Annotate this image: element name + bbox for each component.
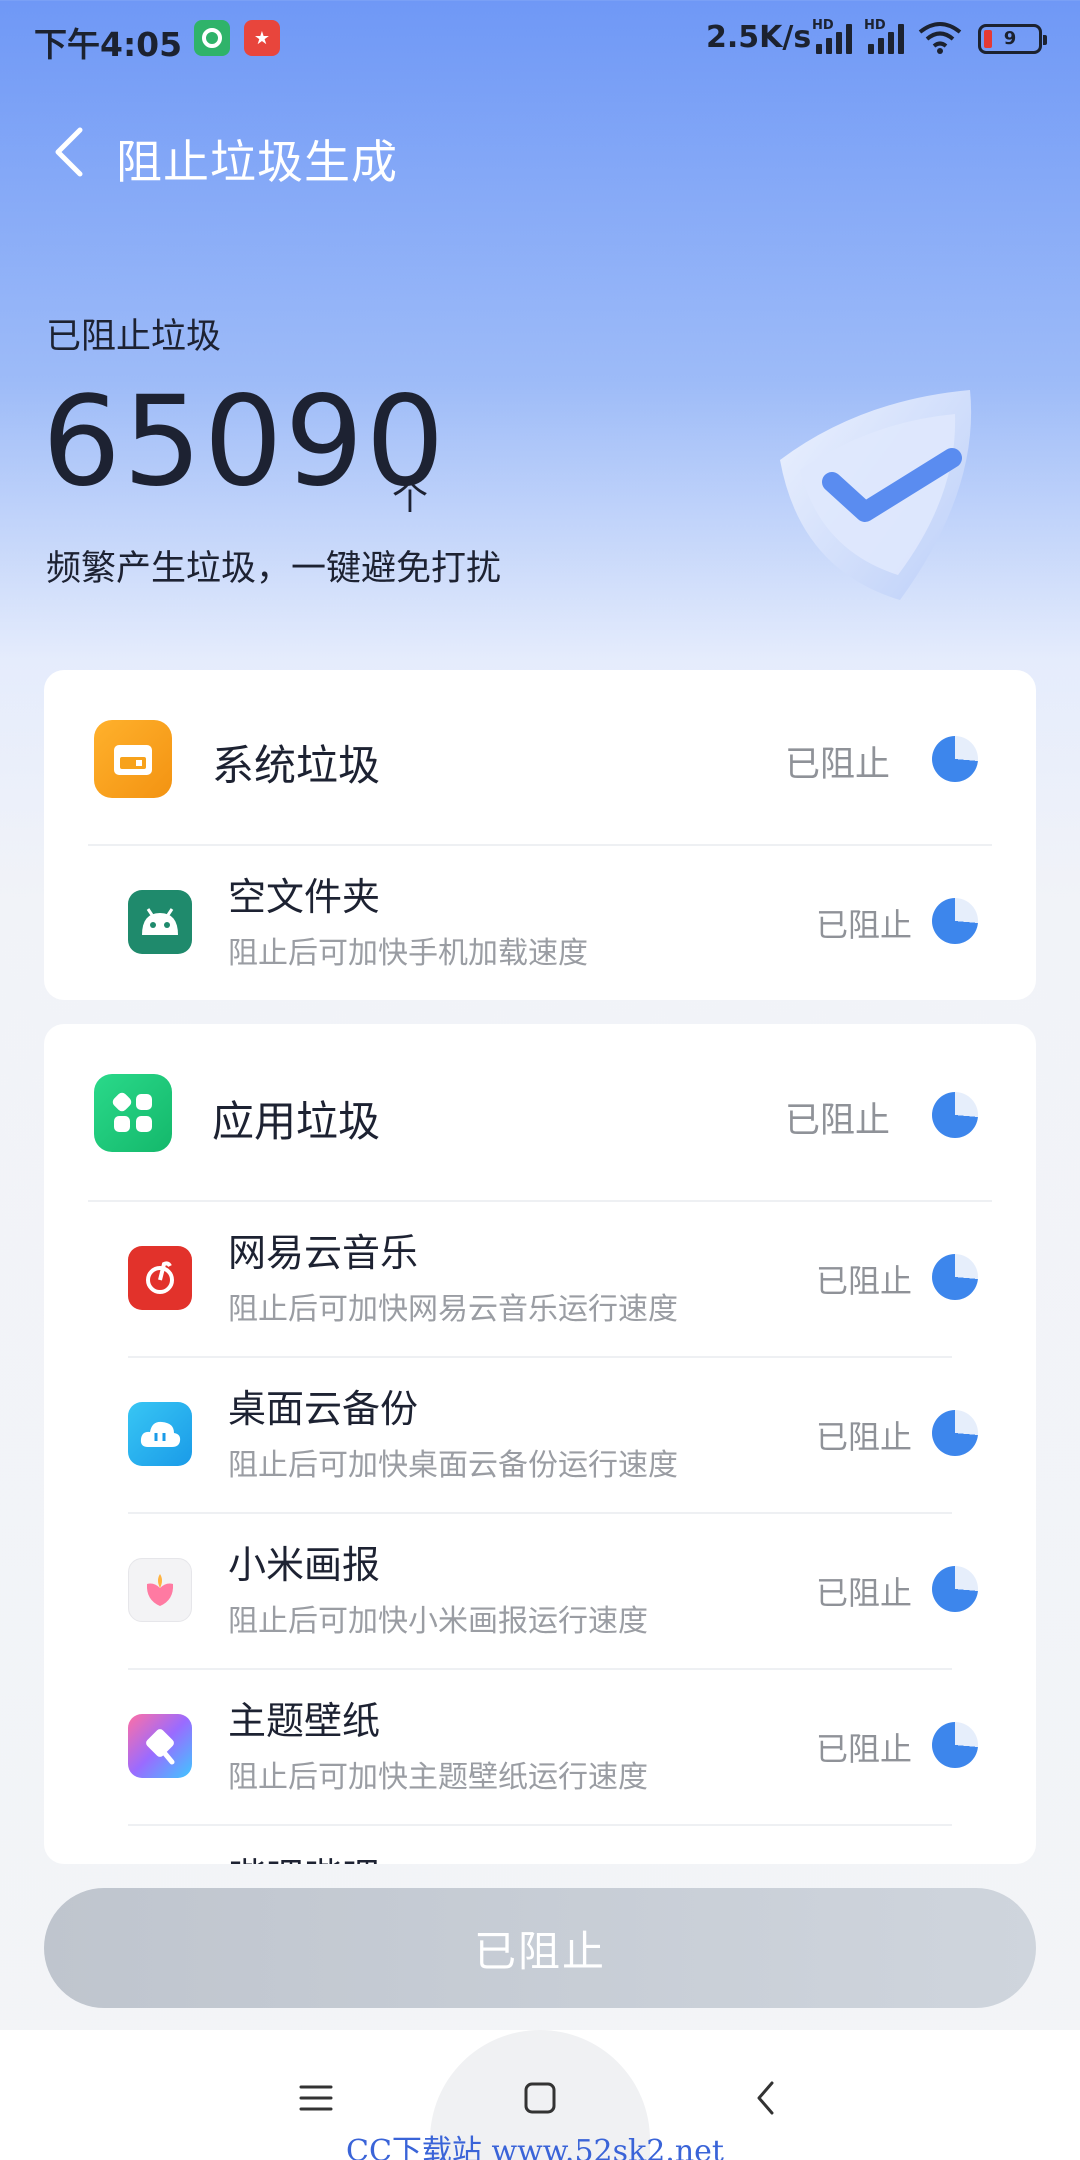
hero-description: 频繁产生垃圾，一键避免打扰 (46, 549, 502, 589)
android-icon (128, 890, 192, 954)
list-item[interactable]: 桌面云备份 阻止后可加快桌面云备份运行速度 已阻止 (44, 1358, 1036, 1512)
watermark: CC下载站 www.52sk2.net (346, 2134, 724, 2160)
apps-grid-icon (94, 1074, 172, 1152)
mi-wallpaper-icon (128, 1558, 192, 1622)
item-status: 已阻止 (815, 906, 912, 944)
block-toggle[interactable] (932, 1722, 978, 1768)
list-item[interactable]: 主题壁纸 阻止后可加快主题壁纸运行速度 已阻止 (44, 1670, 1036, 1824)
block-toggle[interactable] (932, 1410, 978, 1456)
folder-icon (94, 720, 172, 798)
item-status: 已阻止 (815, 1574, 912, 1612)
theme-icon (128, 1714, 192, 1778)
page-title: 阻止垃圾生成 (116, 135, 398, 189)
blocked-count: 65090 (42, 370, 447, 514)
network-speed: 2.5K/s (706, 20, 812, 55)
item-description: 阻止后可加快网易云音乐运行速度 (228, 1292, 678, 1327)
wifi-icon (918, 20, 962, 54)
signal-icon: HD (812, 18, 858, 54)
sim2-label: HD (864, 18, 886, 33)
section-status: 已阻止 (784, 745, 890, 785)
blocked-label: 已阻止垃圾 (46, 317, 222, 357)
item-status: 已阻止 (815, 1418, 912, 1456)
item-name: 哔哩哔哩 (228, 1846, 380, 1864)
app-green-icon (194, 20, 230, 56)
item-name: 桌面云备份 (228, 1387, 419, 1431)
list-item[interactable]: 小米画报 阻止后可加快小米画报运行速度 已阻止 (44, 1514, 1036, 1668)
app-junk-card: 应用垃圾 已阻止 网易云音乐 阻止后可加快网易云音乐运行速度 已阻止 桌面云备份… (44, 1024, 1036, 1864)
block-toggle[interactable] (932, 1092, 978, 1138)
back-button[interactable] (50, 124, 100, 184)
status-time: 下午4:05 (34, 25, 183, 64)
menu-icon (299, 2085, 333, 2111)
battery-level: 9 (1003, 28, 1017, 49)
blocked-button-label: 已阻止 (473, 1926, 606, 1976)
item-description: 阻止后可加快小米画报运行速度 (228, 1604, 648, 1639)
list-item[interactable]: 网易云音乐 阻止后可加快网易云音乐运行速度 已阻止 (44, 1202, 1036, 1356)
shield-check-icon (780, 390, 972, 600)
nav-back-button[interactable] (736, 2070, 796, 2126)
item-name: 主题壁纸 (228, 1699, 381, 1743)
item-status: 已阻止 (815, 1262, 912, 1300)
chevron-left-icon (55, 127, 83, 177)
signal-icon: HD (864, 18, 910, 54)
cloud-backup-icon (128, 1402, 192, 1466)
sim1-label: HD (812, 18, 834, 33)
section-name: 应用垃圾 (212, 1097, 381, 1146)
back-triangle-icon (757, 2081, 774, 2115)
item-description: 阻止后可加快手机加载速度 (228, 936, 588, 971)
app-red-icon: ★ (244, 20, 280, 56)
list-item[interactable]: 哔哩哔哩 (44, 1826, 1036, 1864)
item-description: 阻止后可加快桌面云备份运行速度 (228, 1448, 678, 1483)
item-name: 网易云音乐 (228, 1231, 419, 1275)
item-status: 已阻止 (815, 1730, 912, 1768)
section-header-apps: 应用垃圾 已阻止 (44, 1024, 1036, 1198)
block-toggle[interactable] (932, 1254, 978, 1300)
item-name: 小米画报 (228, 1543, 381, 1587)
block-toggle[interactable] (932, 1566, 978, 1612)
section-header-system: 系统垃圾 已阻止 (44, 670, 1036, 842)
home-button[interactable] (510, 2070, 570, 2126)
blocked-unit: 个 (392, 477, 429, 518)
block-toggle[interactable] (932, 736, 978, 782)
status-bar: 下午4:05 ★ 2.5K/s HD HD 9 (0, 0, 1080, 78)
menu-button[interactable] (286, 2070, 346, 2126)
blocked-button[interactable]: 已阻止 (44, 1888, 1036, 2008)
item-description: 阻止后可加快主题壁纸运行速度 (228, 1760, 648, 1795)
section-name: 系统垃圾 (212, 741, 381, 790)
battery-icon: 9 (978, 24, 1047, 54)
block-toggle[interactable] (932, 898, 978, 944)
netease-music-icon (128, 1246, 192, 1310)
system-junk-card: 系统垃圾 已阻止 空文件夹 阻止后可加快手机加载速度 已阻止 (44, 670, 1036, 1000)
item-name: 空文件夹 (228, 875, 381, 919)
home-square-icon (524, 2082, 556, 2114)
section-status: 已阻止 (784, 1101, 890, 1141)
list-item[interactable]: 空文件夹 阻止后可加快手机加载速度 已阻止 (44, 846, 1036, 1000)
